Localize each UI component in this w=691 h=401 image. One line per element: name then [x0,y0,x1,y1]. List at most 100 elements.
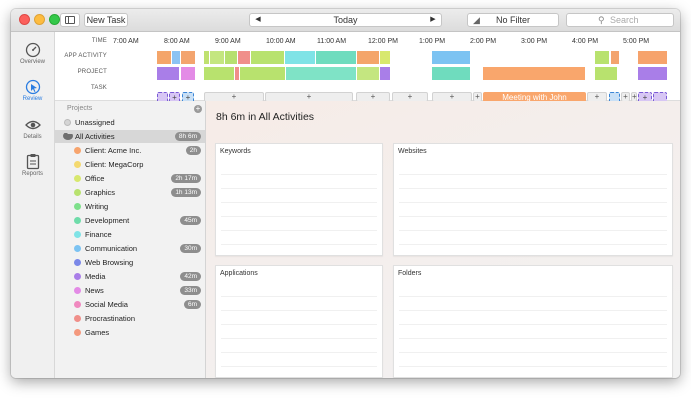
project-item-all-activities[interactable]: All Activities 8h 6m [55,130,205,143]
app-window: New Task ◀ Today ▶ ◢ No Filter ⚲ Search … [11,9,680,378]
duration-badge: 30m [180,244,201,253]
project-block[interactable] [380,67,390,80]
project-item[interactable]: Development 45m [55,214,205,227]
app-activity-block[interactable] [357,51,379,64]
project-color-dot [74,273,81,280]
project-label: Graphics [85,188,116,197]
project-block[interactable] [483,67,585,80]
date-navigator: ◀ Today ▶ [249,13,442,27]
add-project-icon[interactable]: + [194,105,202,113]
project-block[interactable] [181,67,195,80]
project-item[interactable]: Games [55,326,205,339]
app-activity-block[interactable] [380,51,390,64]
duration-badge: 33m [180,286,201,295]
project-block[interactable] [240,67,285,80]
app-activity-block[interactable] [638,51,667,64]
nav-overview[interactable]: Overview [11,42,54,65]
project-item[interactable]: Graphics 1h 13m [55,186,205,199]
project-color-dot [74,245,81,252]
search-input[interactable]: ⚲ Search [566,13,674,27]
projects-sidebar: Projects + Unassigned All Activities 8h … [55,101,206,378]
app-activity-block[interactable] [238,51,250,64]
app-activity-block[interactable] [432,51,470,64]
new-task-button[interactable]: New Task [84,13,128,27]
project-item-unassigned[interactable]: Unassigned [55,116,205,129]
folders-panel[interactable]: Folders [393,265,673,378]
app-activity-block[interactable] [157,51,171,64]
zoom-window-button[interactable] [49,14,60,25]
app-activity-block[interactable] [225,51,237,64]
applications-panel[interactable]: Applications [215,265,383,378]
hour-label: 10:00 AM [266,38,296,45]
panel-title: Websites [398,148,427,155]
timeline[interactable]: TIME APP ACTIVITY PROJECT TASK 7:00 AM 8… [55,32,680,103]
panel-row-divider [399,244,667,245]
app-activity-block[interactable] [251,51,284,64]
app-activity-block[interactable] [316,51,356,64]
panel-row-divider [221,216,377,217]
app-activity-block[interactable] [210,51,224,64]
project-color-dot [74,147,81,154]
panel-row-divider [221,296,377,297]
search-icon: ⚲ [598,15,605,25]
project-item[interactable]: Office 2h 17m [55,172,205,185]
project-color-dot [74,301,81,308]
hour-label: 5:00 PM [623,38,650,45]
sidebar-toggle-button[interactable] [60,13,80,27]
project-item[interactable]: Client: Acme Inc. 2h [55,144,205,157]
project-label: Communication [85,244,138,253]
project-block[interactable] [235,67,239,80]
panel-row-divider [399,296,667,297]
project-item[interactable]: Procrastination [55,312,205,325]
project-item[interactable]: Client: MegaCorp [55,158,205,171]
project-item[interactable]: Finance [55,228,205,241]
nav-review-label: Review [22,96,43,102]
project-item[interactable]: Communication 30m [55,242,205,255]
app-activity-block[interactable] [172,51,180,64]
project-block[interactable] [595,67,617,80]
project-label: Media [85,272,106,281]
project-block[interactable] [286,67,356,80]
project-block[interactable] [432,67,470,80]
project-label: Client: Acme Inc. [85,146,142,155]
projects-header: Projects [67,105,93,112]
nav-reports[interactable]: Reports [11,153,54,177]
panel-title: Applications [220,270,258,277]
date-label[interactable]: Today [333,15,357,25]
app-activity-block[interactable] [285,51,315,64]
nav-review[interactable]: Review [11,79,54,102]
filter-button[interactable]: ◢ No Filter [467,13,559,27]
minimize-window-button[interactable] [34,14,45,25]
app-activity-block[interactable] [611,51,619,64]
panel-row-divider [221,310,377,311]
panel-row-divider [399,230,667,231]
duration-badge: 6m [183,300,201,309]
app-activity-block[interactable] [204,51,209,64]
project-item[interactable]: News 33m [55,284,205,297]
nav-details-label: Details [23,134,42,140]
websites-panel[interactable]: Websites [393,143,673,256]
keywords-panel[interactable]: Keywords [215,143,383,256]
filter-label: No Filter [495,15,530,25]
app-activity-block[interactable] [595,51,609,64]
project-block[interactable] [638,67,667,80]
project-label: Finance [85,230,112,239]
project-item[interactable]: Web Browsing [55,256,205,269]
panel-row-divider [399,216,667,217]
project-block[interactable] [204,67,234,80]
next-day-icon[interactable]: ▶ [427,14,439,26]
project-item[interactable]: Writing [55,200,205,213]
project-item[interactable]: Media 42m [55,270,205,283]
project-color-dot [74,175,81,182]
project-label: Client: MegaCorp [85,160,144,169]
project-item[interactable]: Social Media 6m [55,298,205,311]
nav-details[interactable]: Details [11,117,54,140]
nav-overview-label: Overview [19,59,45,65]
project-block[interactable] [157,67,179,80]
row-label-task: TASK [90,85,107,91]
previous-day-icon[interactable]: ◀ [252,14,264,26]
project-color-dot [74,203,81,210]
close-window-button[interactable] [19,14,30,25]
app-activity-block[interactable] [181,51,195,64]
project-block[interactable] [357,67,379,80]
